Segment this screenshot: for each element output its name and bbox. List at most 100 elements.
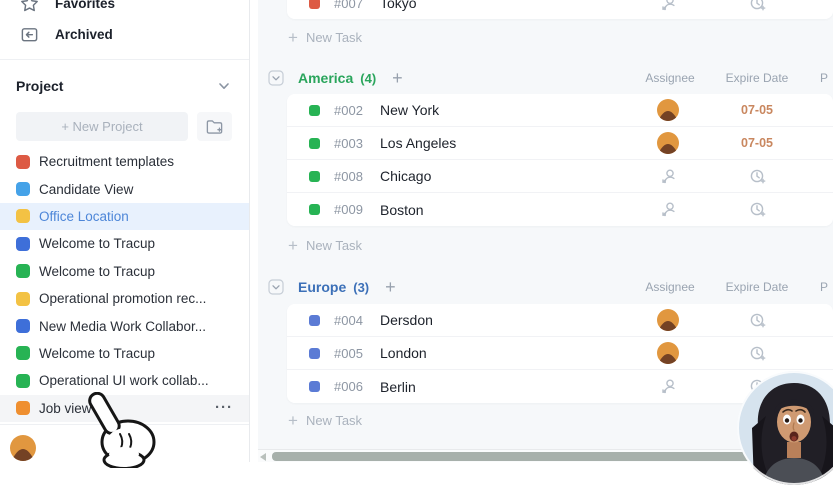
- more-options-icon[interactable]: ···: [215, 399, 233, 416]
- status-square-icon: [309, 105, 320, 116]
- status-square-icon: [309, 381, 320, 392]
- project-name: Office Location: [39, 209, 129, 224]
- scroll-left-arrow-icon[interactable]: [260, 453, 266, 461]
- project-color-icon: [16, 155, 30, 169]
- assignee-avatar[interactable]: [645, 342, 691, 364]
- task-row[interactable]: #003 Los Angeles 07-05: [287, 127, 833, 160]
- column-header-expire-date: Expire Date: [717, 71, 797, 85]
- task-row[interactable]: #002 New York 07-05: [287, 94, 833, 127]
- project-item-selected[interactable]: Office Location: [0, 203, 249, 230]
- person-add-icon: [660, 378, 677, 395]
- sidebar-divider: [0, 59, 249, 60]
- sidebar-item-favorites[interactable]: Favorites: [0, 0, 249, 17]
- assignee-avatar[interactable]: [645, 99, 691, 121]
- collapse-group-icon[interactable]: [268, 279, 284, 295]
- project-name: Candidate View: [39, 182, 133, 197]
- collapse-group-icon[interactable]: [268, 70, 284, 86]
- status-square-icon: [309, 171, 320, 182]
- person-add-icon: [660, 201, 677, 218]
- task-row[interactable]: #008 Chicago: [287, 160, 833, 193]
- person-add-icon: [660, 168, 677, 185]
- project-item[interactable]: Recruitment templates: [0, 148, 249, 175]
- clock-add-icon: [749, 345, 766, 362]
- project-name: Operational UI work collab...: [39, 373, 209, 388]
- set-expire-date-button[interactable]: [725, 168, 789, 185]
- new-task-button[interactable]: + New Task: [288, 236, 362, 254]
- sidebar: Favorites Archived Project + New Project…: [0, 0, 250, 462]
- task-row[interactable]: #007 Tokyo: [287, 0, 833, 19]
- assignee-avatar[interactable]: [645, 132, 691, 154]
- avatar-icon: [657, 309, 679, 331]
- project-item[interactable]: Operational UI work collab...: [0, 367, 249, 394]
- column-header-assignee: Assignee: [630, 71, 710, 85]
- task-title: Boston: [380, 202, 424, 218]
- favorites-star-icon: [20, 0, 39, 13]
- project-item[interactable]: Welcome to Tracup: [0, 230, 249, 257]
- new-task-button[interactable]: + New Task: [288, 28, 362, 46]
- project-color-icon: [16, 374, 30, 388]
- project-name: New Media Work Collabor...: [39, 319, 206, 334]
- avatar-icon: [657, 132, 679, 154]
- add-task-icon[interactable]: +: [392, 69, 403, 87]
- status-square-icon: [309, 138, 320, 149]
- project-color-icon: [16, 346, 30, 360]
- group-count: (3): [353, 280, 369, 295]
- project-item[interactable]: Welcome to Tracup: [0, 258, 249, 285]
- project-section-header[interactable]: Project: [0, 74, 249, 98]
- set-expire-date-button[interactable]: [725, 312, 789, 329]
- project-color-icon: [16, 264, 30, 278]
- new-project-button[interactable]: + New Project: [16, 112, 188, 141]
- status-square-icon: [309, 315, 320, 326]
- task-row[interactable]: #004 Dersdon: [287, 304, 833, 337]
- project-name: Welcome to Tracup: [39, 236, 155, 251]
- clock-add-icon: [749, 0, 766, 12]
- project-name: Welcome to Tracup: [39, 264, 155, 279]
- create-folder-button[interactable]: [197, 112, 232, 141]
- project-section-title: Project: [16, 78, 217, 94]
- new-task-button[interactable]: + New Task: [288, 411, 362, 429]
- project-item[interactable]: New Media Work Collabor...: [0, 312, 249, 339]
- project-name: Job view: [39, 401, 92, 416]
- project-color-icon: [16, 182, 30, 196]
- assign-user-button[interactable]: [645, 201, 691, 218]
- set-expire-date-button[interactable]: [725, 201, 789, 218]
- folder-plus-icon: [205, 118, 224, 136]
- task-row[interactable]: #009 Boston: [287, 193, 833, 226]
- group-count: (4): [360, 71, 376, 86]
- plus-icon: +: [288, 237, 298, 254]
- presenter-webcam-bubble: [736, 370, 833, 486]
- add-task-icon[interactable]: +: [385, 278, 396, 296]
- group-name[interactable]: America: [298, 70, 353, 86]
- assign-user-button[interactable]: [645, 0, 691, 12]
- group-name[interactable]: Europe: [298, 279, 346, 295]
- task-title: Los Angeles: [380, 135, 456, 151]
- project-item-job-view[interactable]: Job view ···: [0, 395, 249, 422]
- project-name: Welcome to Tracup: [39, 346, 155, 361]
- expire-date-value[interactable]: 07-05: [725, 136, 789, 150]
- set-expire-date-button[interactable]: [725, 0, 789, 12]
- task-id: #007: [334, 0, 378, 11]
- task-row[interactable]: #005 London: [287, 337, 833, 370]
- project-item[interactable]: Operational promotion rec...: [0, 285, 249, 312]
- user-avatar[interactable]: [10, 435, 36, 461]
- project-name: Recruitment templates: [39, 154, 174, 169]
- sidebar-item-archived[interactable]: Archived: [0, 20, 249, 48]
- archive-box-icon: [20, 25, 39, 44]
- task-id: #009: [334, 202, 378, 217]
- task-group-card-america: #002 New York 07-05 #003 Los Angeles 07-…: [287, 94, 833, 226]
- project-color-icon: [16, 319, 30, 333]
- project-color-icon: [16, 237, 30, 251]
- project-color-icon: [16, 209, 30, 223]
- expire-date-value[interactable]: 07-05: [725, 103, 789, 117]
- assignee-avatar[interactable]: [645, 309, 691, 331]
- plus-icon: +: [288, 412, 298, 429]
- chevron-down-icon[interactable]: [217, 79, 231, 93]
- assign-user-button[interactable]: [645, 168, 691, 185]
- status-square-icon: [309, 348, 320, 359]
- task-title: Tokyo: [380, 0, 417, 11]
- assign-user-button[interactable]: [645, 378, 691, 395]
- project-item[interactable]: Candidate View: [0, 175, 249, 202]
- project-item[interactable]: Welcome to Tracup: [0, 340, 249, 367]
- set-expire-date-button[interactable]: [725, 345, 789, 362]
- new-task-label: New Task: [306, 413, 362, 428]
